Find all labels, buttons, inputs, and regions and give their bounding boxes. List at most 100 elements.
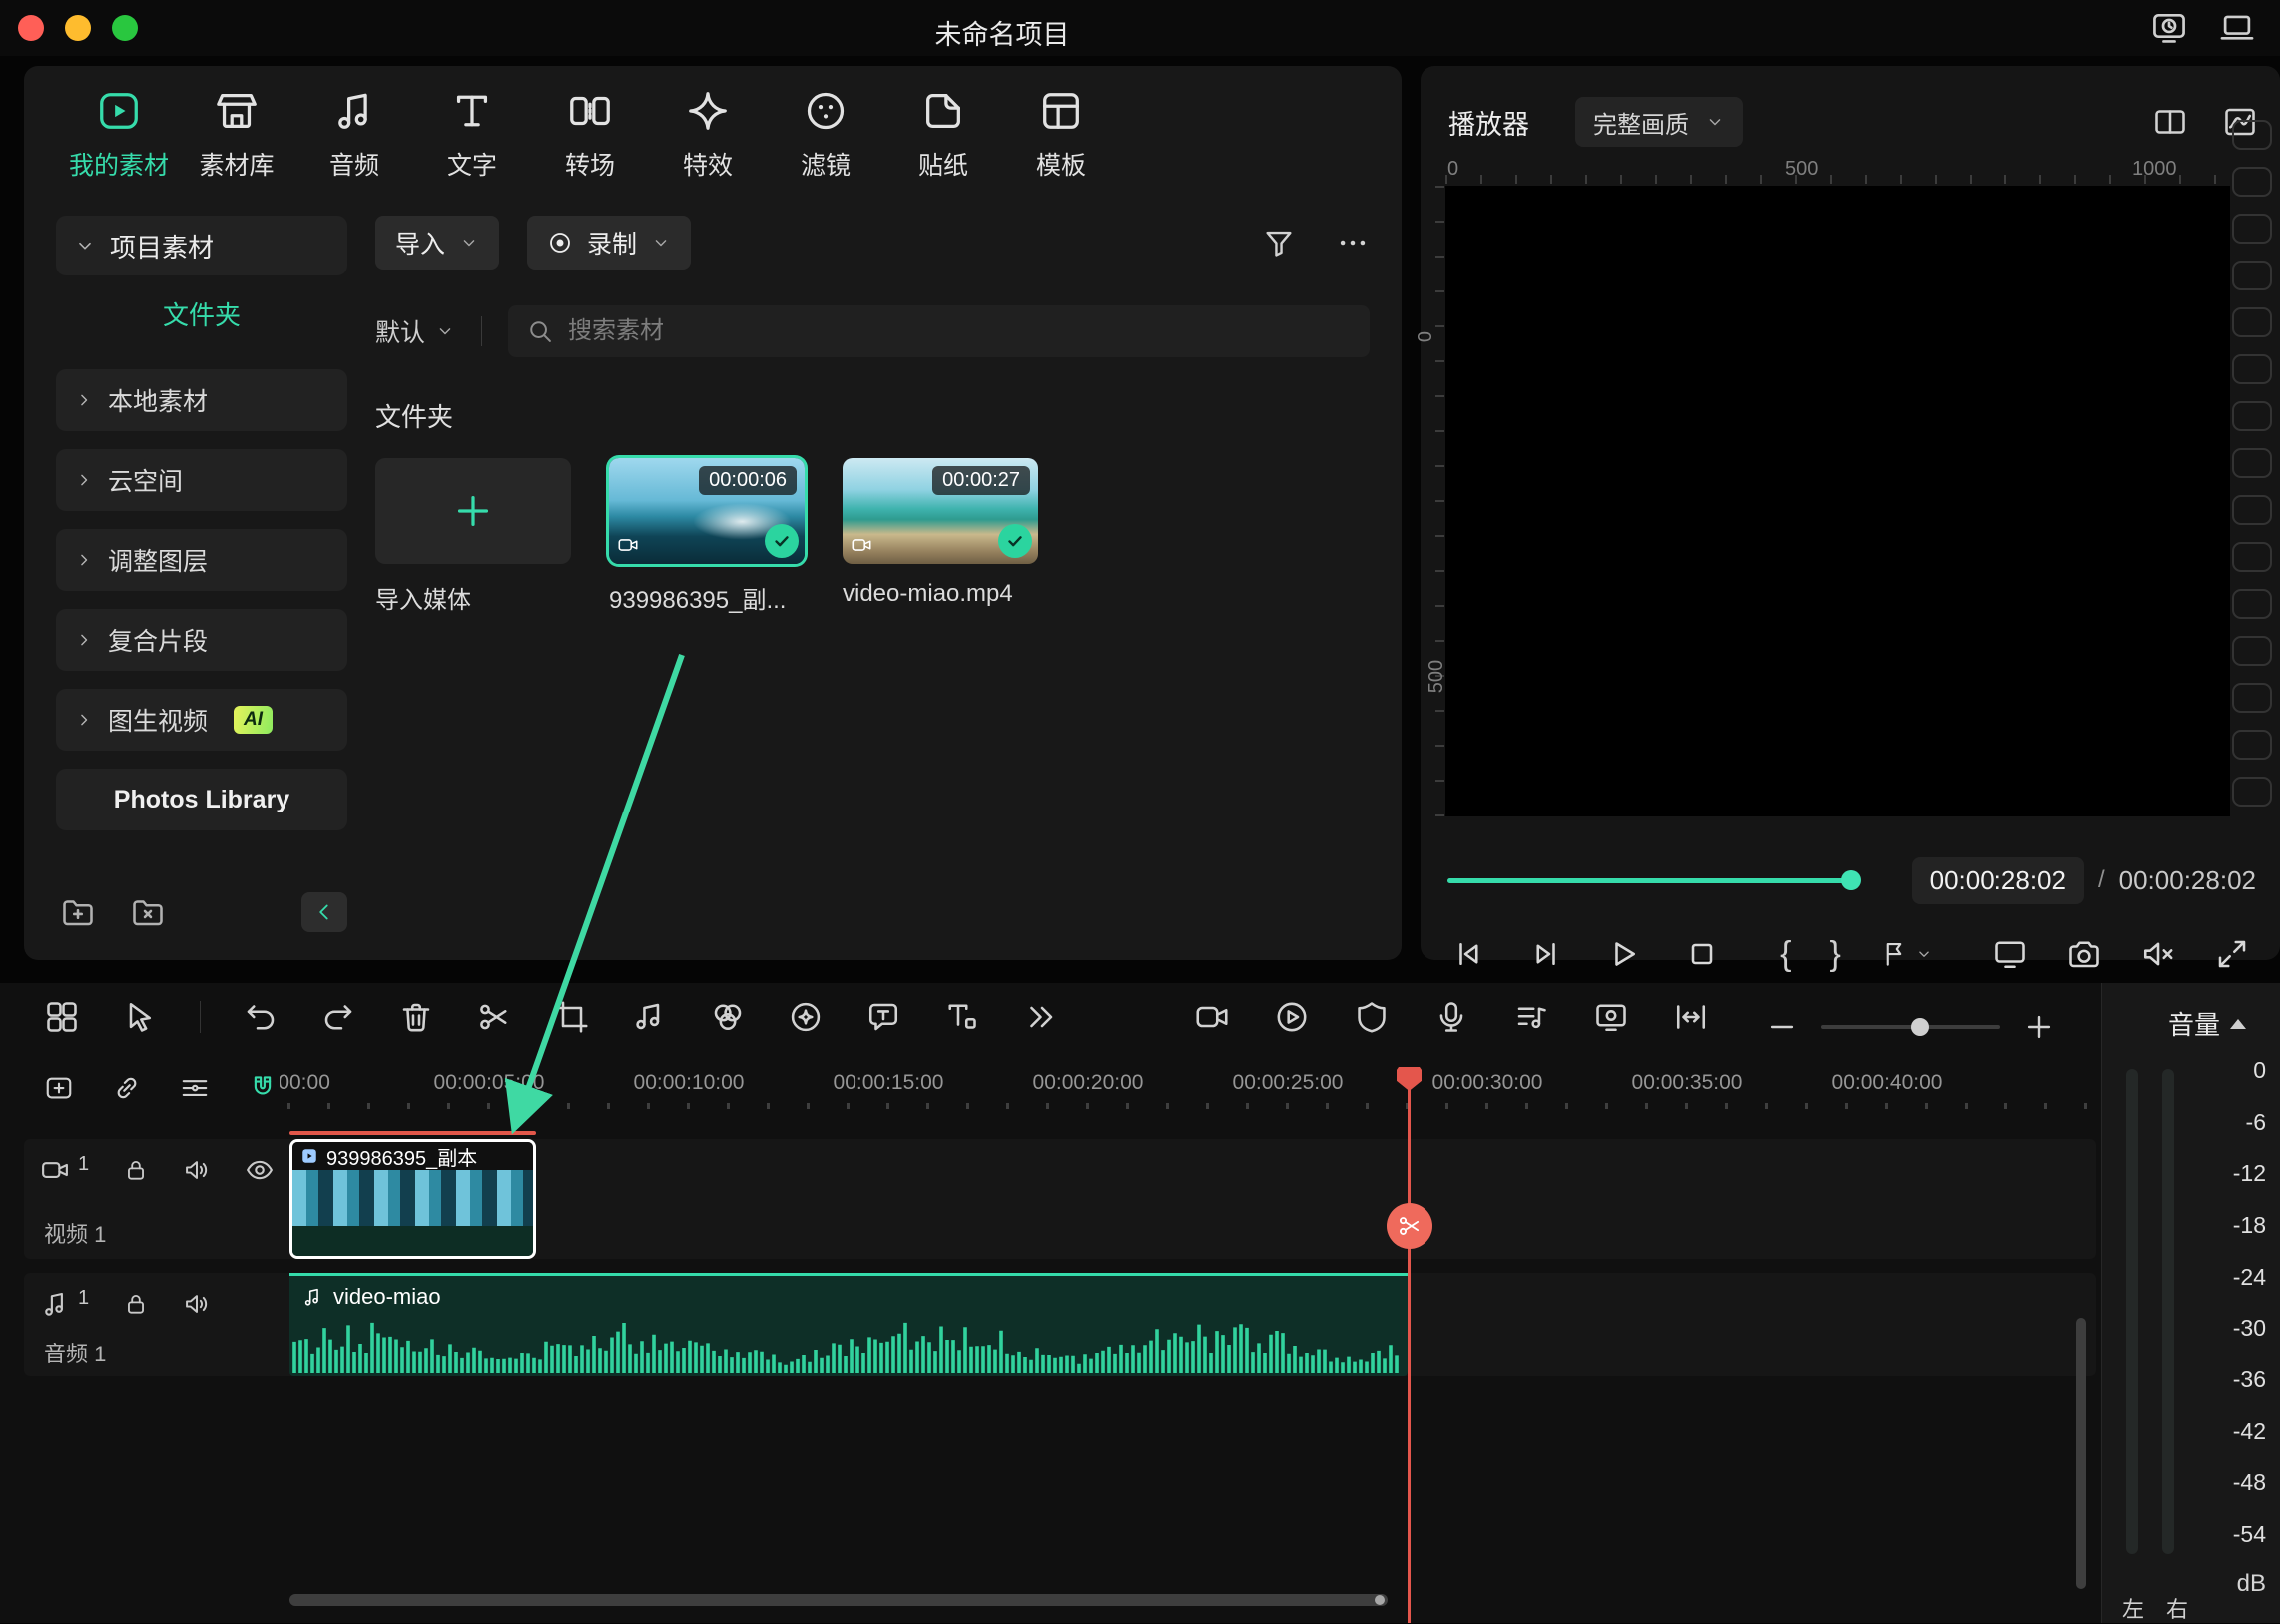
caret-right-icon [74,470,94,490]
fullscreen-icon[interactable] [2214,936,2250,972]
tab-transitions[interactable]: 转场 [531,88,649,182]
playhead[interactable] [1408,1067,1411,1623]
fit-timeline-icon[interactable] [1673,999,1709,1035]
voiceover-mic-icon[interactable] [1433,999,1469,1035]
timeline-video-clip[interactable]: 939986395_副本 [289,1139,536,1259]
camera-record-icon[interactable] [1194,999,1230,1035]
lock-icon[interactable] [123,1291,149,1317]
zoom-window-button[interactable] [112,15,138,41]
color-orbs-icon[interactable] [710,999,746,1035]
playback-slider[interactable] [1447,878,1857,883]
new-folder-icon[interactable] [60,894,96,930]
media-thumbnail-2[interactable]: 00:00:27 [843,458,1038,564]
track-layout-icon[interactable] [44,999,80,1035]
collapse-sidebar-button[interactable] [301,892,347,932]
more-tools-icon[interactable] [1021,999,1057,1035]
cut-cursor-badge[interactable] [1387,1203,1432,1249]
display-layout-icon[interactable] [2218,9,2256,47]
lock-icon[interactable] [123,1157,149,1183]
video-preview[interactable] [1445,186,2230,816]
current-time: 00:00:28:02 [1912,857,2084,904]
timeline-horizontal-scrollbar[interactable] [289,1594,1388,1606]
mirror-display-icon[interactable] [1993,936,2028,972]
sidebar-item-local-media[interactable]: 本地素材 [56,369,347,431]
media-thumbnail-1[interactable]: 00:00:06 [609,458,805,564]
previous-frame-icon[interactable] [1450,936,1486,972]
zoom-out-icon[interactable] [1765,1010,1799,1044]
link-clips-icon[interactable] [112,1073,142,1103]
stop-icon[interactable] [1684,936,1720,972]
sort-dropdown[interactable]: 默认 [375,313,455,349]
timeline-vertical-scrollbar[interactable] [2076,1318,2086,1589]
insert-clip-icon[interactable] [44,1073,74,1103]
crop-icon[interactable] [554,999,590,1035]
timeline-audio-clip[interactable]: video-miao [289,1273,1408,1376]
media-item-name: 939986395_副... [609,580,805,615]
split-scissors-icon[interactable] [476,999,512,1035]
mark-out-button[interactable]: } [1830,937,1841,971]
clip-trim-indicator [289,1131,536,1135]
track-switch-icon[interactable] [180,1073,210,1103]
minimize-window-button[interactable] [65,15,91,41]
mask-icon[interactable] [1354,999,1390,1035]
sidebar-item-photos-library[interactable]: Photos Library [56,769,347,830]
export-project-icon[interactable] [2150,9,2188,47]
sidebar-item-project-media[interactable]: 项目素材 [56,216,347,275]
add-text-icon[interactable] [943,999,979,1035]
import-button[interactable]: 导入 [375,216,499,270]
timeline-zoom-slider[interactable] [1821,1025,2000,1029]
snapshot-icon[interactable] [2066,936,2102,972]
search-input-wrap [508,305,1370,357]
eye-icon[interactable] [245,1155,275,1185]
sidebar-item-image-to-video[interactable]: 图生视频AI [56,689,347,751]
import-media-tile[interactable] [375,458,571,564]
close-window-button[interactable] [18,15,44,41]
filter-list-icon[interactable] [1262,226,1296,260]
marker-dropdown[interactable] [1879,939,1933,969]
tab-effects[interactable]: 特效 [649,88,767,182]
record-button[interactable]: 录制 [527,216,691,270]
tab-templates[interactable]: 模板 [1002,88,1120,182]
redo-icon[interactable] [320,999,356,1035]
db-unit-label: dB [2237,1570,2266,1598]
caret-right-icon [74,710,94,730]
sidebar-item-folder-active[interactable]: 文件夹 [56,275,347,351]
speaker-icon[interactable] [183,1290,211,1318]
mute-icon[interactable] [2140,936,2176,972]
magnet-snap-icon[interactable] [248,1073,278,1103]
tab-audio[interactable]: 音频 [295,88,413,182]
tab-stickers[interactable]: 贴纸 [884,88,1002,182]
search-input[interactable] [568,317,1352,345]
split-view-icon[interactable] [2152,104,2188,140]
quality-dropdown[interactable]: 完整画质 [1575,97,1743,147]
sidebar-item-cloud[interactable]: 云空间 [56,449,347,511]
playback-slider-knob[interactable] [1841,870,1861,890]
tab-text[interactable]: 文字 [413,88,531,182]
tab-filters[interactable]: 滤镜 [767,88,884,182]
sidebar-item-adjustment-layer[interactable]: 调整图层 [56,529,347,591]
player-panel: 播放器 完整画质 0 500 1000 0 500 00:00:28:02 / … [1421,66,2280,960]
play-icon[interactable] [1606,936,1642,972]
zoom-slider-knob[interactable] [1911,1018,1929,1036]
tab-library[interactable]: 素材库 [178,88,295,182]
mark-in-button[interactable]: { [1780,937,1791,971]
volume-header[interactable]: 音量 [2168,1005,2246,1042]
timeline-ruler[interactable]: 00:00:00 00:00:05:00 00:00:10:00 00:00:1… [280,1067,2100,1115]
tab-my-media[interactable]: 我的素材 [60,88,178,182]
speaker-icon[interactable] [183,1156,211,1184]
delete-icon[interactable] [398,999,434,1035]
preview-play-icon[interactable] [1274,999,1310,1035]
screen-record-icon[interactable] [1593,999,1629,1035]
delete-folder-icon[interactable] [130,894,166,930]
select-tool-icon[interactable] [122,999,158,1035]
zoom-in-icon[interactable] [2022,1010,2056,1044]
caption-icon[interactable] [865,999,901,1035]
clip-effect-icon[interactable] [788,999,824,1035]
audio-list-icon[interactable] [1513,999,1549,1035]
next-frame-icon[interactable] [1528,936,1564,972]
music-beat-icon[interactable] [632,999,668,1035]
more-options-icon[interactable] [1336,226,1370,260]
media-item: 00:00:06 939986395_副... [609,458,805,615]
undo-icon[interactable] [243,999,279,1035]
sidebar-item-compound-clip[interactable]: 复合片段 [56,609,347,671]
